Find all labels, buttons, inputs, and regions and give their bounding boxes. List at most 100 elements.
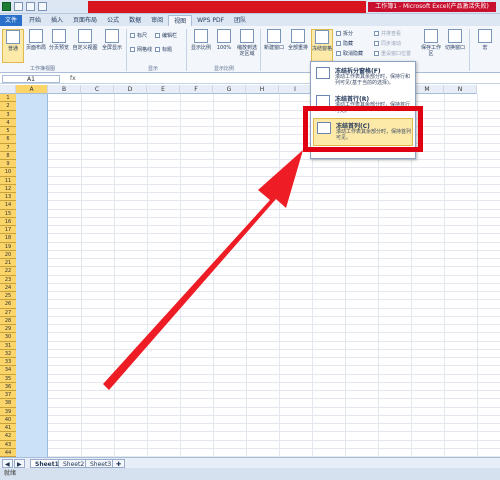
row-header[interactable]: 27 — [0, 308, 16, 317]
row-header[interactable]: 44 — [0, 448, 16, 457]
tab-team[interactable]: 团队 — [229, 15, 251, 26]
row-header[interactable]: 38 — [0, 399, 16, 408]
formula-bar-checkbox[interactable]: 编辑栏 — [155, 32, 177, 39]
row-header[interactable]: 11 — [0, 176, 16, 185]
zoom-100-button[interactable]: 100% — [213, 29, 235, 63]
view-side-by-side-button[interactable]: 并排查看 — [374, 30, 401, 37]
unhide-button[interactable]: 取消隐藏 — [336, 50, 363, 57]
row-header[interactable]: 37 — [0, 391, 16, 400]
full-screen-button[interactable]: 全屏显示 — [100, 29, 124, 63]
row-header[interactable]: 41 — [0, 424, 16, 433]
switch-windows-button[interactable]: 切换窗口 — [444, 29, 466, 63]
split-button[interactable]: 拆分 — [336, 30, 353, 37]
zoom-button[interactable]: 显示比例 — [190, 29, 212, 63]
row-header[interactable]: 22 — [0, 267, 16, 276]
tab-insert[interactable]: 插入 — [46, 15, 68, 26]
row-header[interactable]: 14 — [0, 201, 16, 210]
insert-sheet-icon[interactable]: ✚ — [112, 459, 126, 468]
row-header[interactable]: 36 — [0, 382, 16, 391]
undo-icon[interactable] — [26, 2, 35, 11]
row-header[interactable]: 20 — [0, 250, 16, 259]
row-header[interactable]: 25 — [0, 292, 16, 301]
column-header[interactable]: A — [16, 85, 48, 94]
tab-formulas[interactable]: 公式 — [102, 15, 124, 26]
sheet-nav-last-icon[interactable]: ▶ — [14, 459, 25, 468]
column-header[interactable]: G — [213, 85, 246, 94]
row-header[interactable]: 30 — [0, 333, 16, 342]
row-header[interactable]: 24 — [0, 283, 16, 292]
page-layout-view-button[interactable]: 页面布局 — [25, 29, 47, 63]
tab-home[interactable]: 开始 — [24, 15, 46, 26]
sheet-nav-first-icon[interactable]: ◀ — [2, 459, 13, 468]
row-header[interactable]: 39 — [0, 407, 16, 416]
freeze-panes-item[interactable]: 冻结拆分窗格(F) 滚动工作表其余部分时，保持行和列可见(基于当前的选择)。 — [313, 64, 413, 90]
macros-button[interactable]: 宏 — [474, 29, 496, 63]
fx-icon[interactable]: fx — [70, 75, 76, 82]
row-header[interactable]: 40 — [0, 415, 16, 424]
freeze-panes-button[interactable]: 冻结窗格 — [311, 29, 333, 63]
row-header[interactable]: 2 — [0, 102, 16, 111]
tab-review[interactable]: 审阅 — [146, 15, 168, 26]
row-header[interactable]: 33 — [0, 358, 16, 367]
column-header[interactable]: B — [48, 85, 81, 94]
synchronous-scrolling-button[interactable]: 同步滚动 — [374, 40, 401, 47]
row-header[interactable]: 23 — [0, 275, 16, 284]
column-header[interactable]: H — [246, 85, 279, 94]
tab-page-layout[interactable]: 页面布局 — [68, 15, 102, 26]
tab-file[interactable]: 文件 — [0, 15, 23, 26]
row-header[interactable]: 19 — [0, 242, 16, 251]
page-break-preview-button[interactable]: 分页预览 — [48, 29, 70, 63]
ruler-checkbox[interactable]: 标尺 — [130, 32, 147, 39]
row-header[interactable]: 16 — [0, 217, 16, 226]
tab-wps-pdf[interactable]: WPS PDF — [192, 15, 229, 26]
column-header[interactable]: C — [81, 85, 114, 94]
reset-window-position-button[interactable]: 重设窗口位置 — [374, 50, 411, 57]
row-header[interactable]: 1 — [0, 94, 16, 103]
tab-view[interactable]: 视图 — [168, 15, 193, 26]
tab-data[interactable]: 数据 — [124, 15, 146, 26]
arrange-all-button[interactable]: 全部重排 — [287, 29, 309, 63]
row-header[interactable]: 42 — [0, 432, 16, 441]
row-header[interactable]: 15 — [0, 209, 16, 218]
new-window-button[interactable]: 新建窗口 — [263, 29, 285, 63]
row-header[interactable]: 21 — [0, 259, 16, 268]
headings-checkbox[interactable]: 标题 — [155, 46, 172, 53]
custom-views-button[interactable]: 自定义视图 — [72, 29, 98, 63]
save-icon[interactable] — [14, 2, 23, 11]
row-header[interactable]: 12 — [0, 184, 16, 193]
row-header[interactable]: 5 — [0, 127, 16, 136]
row-header[interactable]: 29 — [0, 325, 16, 334]
row-header[interactable]: 3 — [0, 110, 16, 119]
column-header[interactable]: N — [444, 85, 477, 94]
row-header[interactable]: 18 — [0, 234, 16, 243]
selected-column-a[interactable] — [16, 94, 48, 457]
row-header[interactable]: 43 — [0, 440, 16, 449]
hide-button[interactable]: 隐藏 — [336, 40, 353, 47]
row-header[interactable]: 10 — [0, 168, 16, 177]
gridlines-checkbox[interactable]: 网格线 — [130, 46, 152, 53]
redo-icon[interactable] — [38, 2, 47, 11]
column-header[interactable]: I — [279, 85, 312, 94]
row-header[interactable]: 9 — [0, 160, 16, 169]
column-header[interactable]: F — [180, 85, 213, 94]
row-header[interactable]: 26 — [0, 300, 16, 309]
name-box[interactable]: A1 — [2, 75, 60, 83]
row-header[interactable]: 13 — [0, 193, 16, 202]
row-header[interactable]: 8 — [0, 151, 16, 160]
zoom-to-selection-button[interactable]: 缩放到选定区域 — [236, 29, 258, 63]
row-header[interactable]: 31 — [0, 341, 16, 350]
row-header[interactable]: 32 — [0, 349, 16, 358]
normal-view-button[interactable]: 普通 — [2, 29, 24, 63]
row-header[interactable]: 35 — [0, 374, 16, 383]
worksheet-grid[interactable]: ABCDEFGHIJKLMN12345678910111213141516171… — [0, 85, 500, 457]
column-header[interactable]: D — [114, 85, 147, 94]
column-header[interactable]: E — [147, 85, 180, 94]
select-all-corner[interactable] — [0, 85, 16, 94]
row-header[interactable]: 7 — [0, 143, 16, 152]
row-header[interactable]: 28 — [0, 316, 16, 325]
row-header[interactable]: 34 — [0, 366, 16, 375]
row-header[interactable]: 17 — [0, 226, 16, 235]
save-workspace-button[interactable]: 保存工作区 — [420, 29, 442, 63]
row-header[interactable]: 6 — [0, 135, 16, 144]
row-header[interactable]: 4 — [0, 118, 16, 127]
